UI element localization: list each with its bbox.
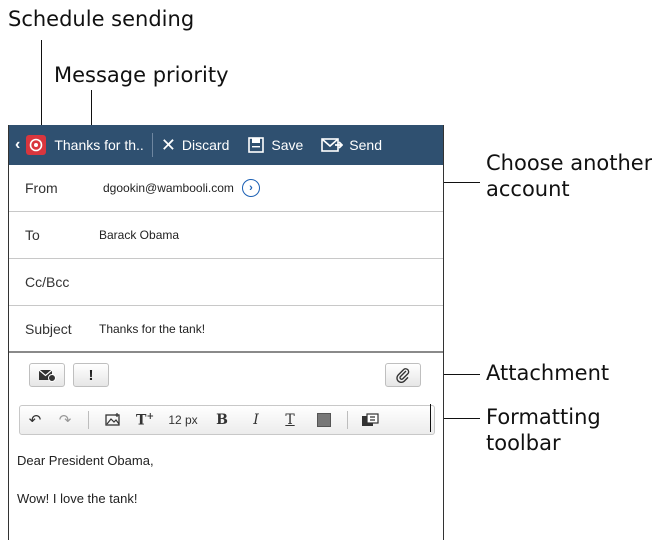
font-size-button[interactable]: 12 px (161, 406, 205, 434)
subject-field[interactable]: Thanks for the tank! (99, 322, 205, 336)
action-divider (151, 133, 153, 157)
back-button[interactable]: ‹ Thanks for th.. (9, 125, 144, 165)
paperclip-icon (396, 368, 410, 383)
attachment-button[interactable] (385, 363, 421, 387)
ccbcc-row: Cc/Bcc (9, 259, 443, 306)
callout-choose-account: Choose another account (486, 150, 652, 203)
italic-button[interactable]: I (239, 406, 273, 434)
chevron-left-icon: ‹ (15, 136, 21, 153)
message-body-line1[interactable]: Dear President Obama, (17, 453, 154, 468)
callout-schedule-sending: Schedule sending (8, 7, 195, 31)
callout-message-priority: Message priority (54, 63, 229, 87)
callout-attachment: Attachment (486, 361, 610, 385)
save-icon (248, 137, 265, 153)
insert-image-button[interactable] (97, 406, 129, 434)
compose-action-bar: ‹ Thanks for th.. ✕ Discard Save Send (9, 125, 443, 165)
image-icon (105, 413, 120, 426)
from-row: From dgookin@wambooli.com › (9, 165, 443, 212)
subject-row: Subject Thanks for the tank! (9, 306, 443, 352)
message-body-line2[interactable]: Wow! I love the tank! (17, 491, 137, 506)
undo-icon: ↶ (28, 412, 42, 429)
underline-button[interactable]: T (273, 406, 307, 434)
formatting-toolbar: ↶ ↷ T+ 12 px B I T (19, 405, 435, 435)
send-label: Send (349, 137, 382, 153)
text-color-icon (317, 413, 331, 427)
send-icon (321, 138, 344, 152)
ccbcc-label: Cc/Bcc (25, 274, 70, 290)
format-divider (88, 411, 89, 429)
schedule-sending-button[interactable] (29, 363, 65, 387)
bold-button[interactable]: B (205, 406, 239, 434)
italic-label: I (253, 412, 259, 428)
to-label: To (25, 227, 40, 243)
from-account-value[interactable]: dgookin@wambooli.com (103, 181, 234, 195)
message-priority-button[interactable]: ! (73, 363, 109, 387)
discard-button[interactable]: ✕ Discard (161, 125, 230, 165)
discard-label: Discard (181, 137, 230, 153)
callout-choose-account-line2: account (486, 177, 570, 202)
text-size-icon: T+ (136, 411, 154, 429)
save-button[interactable]: Save (247, 125, 303, 165)
chevron-right-icon: › (249, 182, 253, 194)
bold-label: B (216, 412, 228, 428)
format-divider-2 (347, 411, 348, 429)
redo-button[interactable]: ↷ (50, 406, 80, 434)
compose-screen: ‹ Thanks for th.. ✕ Discard Save Send Fr… (8, 125, 444, 540)
compose-title: Thanks for th.. (54, 137, 144, 153)
text-color-button[interactable] (307, 406, 341, 434)
save-label: Save (271, 137, 304, 153)
formatting-bracket (430, 404, 431, 432)
format-options-icon (362, 413, 379, 426)
redo-icon: ↷ (58, 412, 72, 429)
choose-account-button[interactable]: › (241, 179, 260, 197)
callout-formatting-toolbar: Formatting toolbar (486, 404, 601, 457)
app-logo-icon (26, 135, 47, 155)
to-field[interactable]: Barack Obama (99, 228, 179, 242)
font-size-value: 12 px (168, 413, 198, 427)
to-row: To Barack Obama (9, 212, 443, 259)
schedule-envelope-icon (38, 369, 56, 382)
text-size-increase-button[interactable]: T+ (129, 406, 161, 434)
close-icon: ✕ (160, 134, 176, 155)
compose-options-bar: ! (9, 351, 443, 397)
callout-formatting-line1: Formatting (486, 405, 601, 429)
callout-formatting-line2: toolbar (486, 431, 561, 456)
undo-button[interactable]: ↶ (20, 406, 50, 434)
more-format-button[interactable] (354, 406, 386, 434)
send-button[interactable]: Send (321, 125, 382, 165)
callout-choose-account-line1: Choose another (486, 151, 652, 175)
from-label: From (25, 180, 58, 196)
ccbcc-field[interactable] (99, 267, 443, 297)
underline-label: T (285, 412, 295, 428)
subject-label: Subject (25, 321, 72, 337)
exclamation-icon: ! (88, 366, 94, 384)
